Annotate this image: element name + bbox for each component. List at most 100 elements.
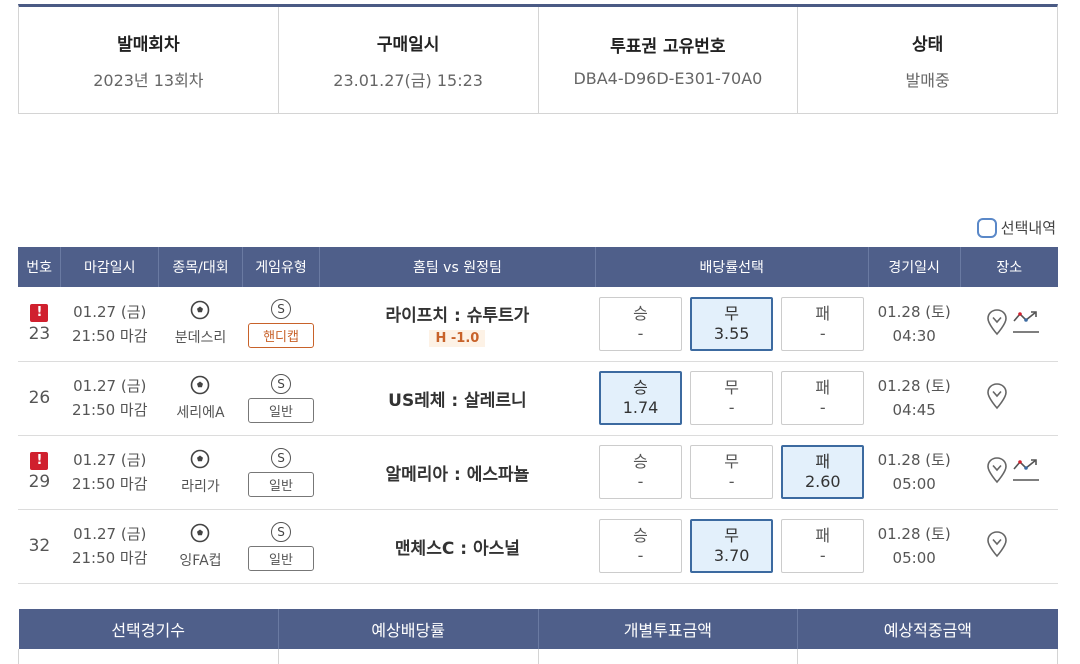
odds-draw-button[interactable]: 무- [690, 445, 774, 499]
match-teams[interactable]: 알메리아 : 에스파뇰 [386, 460, 530, 485]
game-type-badge: 일반 [248, 397, 315, 423]
match-teams[interactable]: 맨체스C : 아스널 [395, 534, 520, 559]
game-row: ! 23 01.27 (금) 21:50 마감 분데스리 S 핸디캡 라이프치 : 슈투트가 H… [18, 287, 1058, 362]
odds-draw-value: 3.55 [713, 323, 750, 343]
cell-odds: 승 1.74 무 - 패 - [595, 361, 869, 436]
game-number: 32 [28, 536, 51, 556]
cell-game-date: 01.28 (토) 04:45 [868, 361, 961, 436]
header-game-date: 경기일시 [868, 247, 961, 287]
deadline-time: 21:50 마감 [71, 401, 148, 419]
game-time: 05:00 [892, 475, 936, 493]
game-time: 04:45 [892, 401, 936, 419]
single-game-icon: S [271, 447, 292, 468]
map-pin-icon[interactable] [986, 382, 1008, 414]
status-value: 발매중 [905, 70, 950, 90]
game-row: 32 01.27 (금) 21:50 마감 잉FA컵 S 일반 맨체스C : 아스널 승 - 무 3… [18, 509, 1058, 584]
game-time: 04:30 [892, 326, 936, 345]
cell-game-type: S 핸디캡 [242, 287, 320, 362]
cell-deadline: 01.27 (금) 21:50 마감 [60, 361, 159, 436]
odds-win-label: 승 [633, 378, 648, 397]
deadline-date: 01.27 (금) [73, 525, 147, 543]
summary-value-cell [797, 649, 1058, 664]
game-date: 01.28 (토) [877, 451, 951, 469]
header-match: 홈팀 vs 원정팀 [319, 247, 596, 287]
odds-lose-value: - [819, 398, 826, 417]
deadline-time: 21:50 마감 [71, 326, 148, 345]
map-pin-icon[interactable] [986, 530, 1008, 562]
game-type-badge: 일반 [248, 545, 315, 571]
odds-win-value: - [637, 323, 644, 343]
deadline-time: 21:50 마감 [71, 549, 148, 567]
cell-game-date: 01.28 (토) 04:30 [868, 287, 961, 362]
purchase-value: 23.01.27(금) 15:23 [333, 70, 483, 90]
odds-lose-value: 2.60 [804, 472, 841, 491]
game-time: 05:00 [892, 549, 936, 567]
map-pin-icon[interactable] [986, 456, 1008, 488]
league-name: 세리에A [176, 404, 225, 421]
cell-location [960, 287, 1058, 362]
odds-win-button[interactable]: 승- [599, 445, 683, 499]
deadline-date: 01.27 (금) [73, 451, 147, 469]
odds-lose-label: 패 [815, 303, 831, 323]
soccer-ball-icon [190, 449, 210, 473]
trend-chart-icon[interactable] [1012, 456, 1040, 488]
game-number: 29 [28, 472, 51, 492]
cell-location [960, 509, 1058, 584]
single-game-icon: S [271, 299, 292, 320]
odds-lose-label: 패 [815, 378, 831, 397]
match-teams[interactable]: US레체 : 살레르니 [388, 386, 527, 411]
cell-no: ! 29 [18, 435, 61, 510]
round-cell: 발매회차 2023년 13회차 [19, 7, 279, 113]
purchase-label: 구매일시 [376, 34, 440, 55]
game-row: ! 29 01.27 (금) 21:50 마감 라리가 S 일반 알메리아 : 에스파뇰 승 - 무… [18, 435, 1058, 510]
alert-icon[interactable]: ! [30, 303, 49, 322]
odds-lose-button[interactable]: 패- [781, 371, 865, 425]
odds-lose-button[interactable]: 패- [781, 296, 865, 351]
game-row: 26 01.27 (금) 21:50 마감 세리에A S 일반 US레체 : 살레르니 승 1.… [18, 361, 1058, 436]
cell-match: 라이프치 : 슈투트가 H -1.0 [319, 287, 596, 362]
odds-win-button[interactable]: 승 1.74 [599, 371, 683, 425]
alert-icon[interactable]: ! [30, 452, 49, 470]
cell-game-date: 01.28 (토) 05:00 [868, 509, 961, 584]
cell-deadline: 01.27 (금) 21:50 마감 [60, 287, 159, 362]
map-pin-icon[interactable] [986, 308, 1008, 340]
cell-no: 32 [18, 509, 61, 584]
game-type-badge: 일반 [248, 471, 315, 497]
match-teams[interactable]: 라이프치 : 슈투트가 [386, 301, 530, 326]
game-number: 26 [28, 388, 51, 408]
odds-draw-label: 무 [724, 378, 740, 397]
ticket-id-cell: 투표권 고유번호 DBA4-D96D-E301-70A0 [539, 7, 799, 113]
purchase-cell: 구매일시 23.01.27(금) 15:23 [279, 7, 539, 113]
game-date: 01.28 (토) [877, 302, 951, 321]
odds-win-value: 1.74 [622, 398, 659, 417]
ticket-info-box: 발매회차 2023년 13회차 구매일시 23.01.27(금) 15:23 투… [18, 4, 1058, 114]
round-label: 발매회차 [117, 34, 180, 55]
cell-deadline: 01.27 (금) 21:50 마감 [60, 509, 159, 584]
odds-win-label: 승 [633, 452, 648, 471]
odds-lose-button[interactable]: 패- [781, 519, 865, 573]
odds-win-button[interactable]: 승- [599, 519, 683, 573]
trend-chart-icon[interactable] [1012, 308, 1040, 340]
selection-history-toggle[interactable]: 선택내역 [976, 217, 1056, 238]
odds-draw-button[interactable]: 무 3.55 [690, 296, 774, 351]
header-odds: 배당률선택 [595, 247, 869, 287]
games-header-row: 번호 마감일시 종목/대회 게임유형 홈팀 vs 원정팀 배당률선택 경기일시 … [18, 247, 1058, 287]
selection-history-label: 선택내역 [1000, 219, 1056, 237]
soccer-ball-icon [190, 523, 210, 547]
odds-lose-label: 패 [815, 452, 831, 471]
cell-sport: 분데스리 [158, 287, 243, 362]
deadline-time: 21:50 마감 [71, 475, 148, 493]
odds-draw-button[interactable]: 무 3.70 [690, 519, 774, 573]
cell-odds: 승 - 무 3.70 패 - [595, 509, 869, 584]
game-date: 01.28 (토) [877, 377, 951, 395]
cell-no: ! 23 [18, 287, 61, 362]
odds-win-button[interactable]: 승- [599, 296, 683, 351]
cell-match: 알메리아 : 에스파뇰 [319, 435, 596, 510]
round-value: 2023년 13회차 [93, 70, 204, 90]
cell-odds: 승 - 무 - 패 2.60 [595, 435, 869, 510]
odds-lose-button[interactable]: 패 2.60 [781, 445, 865, 499]
selection-checkbox[interactable] [976, 217, 997, 238]
handicap-value: H -1.0 [429, 329, 486, 347]
game-date: 01.28 (토) [877, 525, 951, 543]
odds-draw-button[interactable]: 무- [690, 371, 774, 425]
